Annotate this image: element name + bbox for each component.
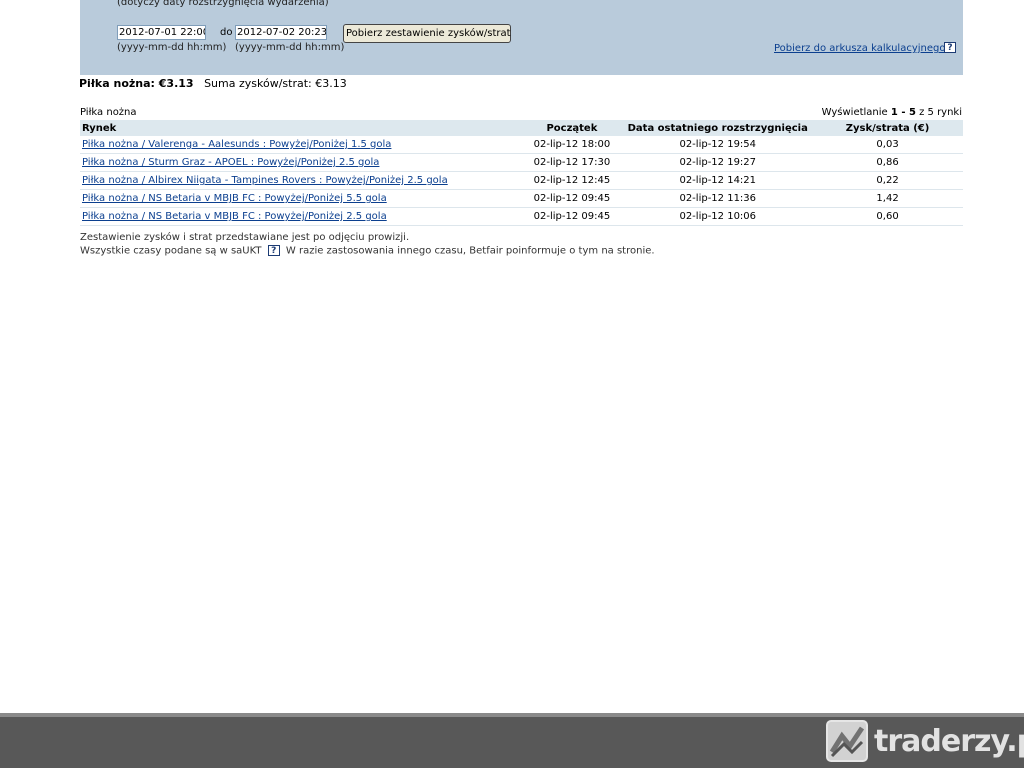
table-row: Piłka nożna / Valerenga - Aalesunds : Po…: [80, 136, 963, 154]
market-link[interactable]: Piłka nożna / NS Betaria v MBJB FC : Pow…: [82, 211, 387, 222]
date-from-format-hint: (yyyy-mm-dd hh:mm): [117, 42, 227, 53]
timezone-note: Wszystkie czasy podane są w saUKT ? W ra…: [80, 245, 655, 257]
table-row: Piłka nożna / NS Betaria v MBJB FC : Pow…: [80, 207, 963, 226]
commission-note: Zestawienie zysków i strat przedstawiane…: [80, 232, 410, 243]
profit-loss-value: 0,86: [812, 153, 963, 172]
settled-time: 02-lip-12 10:06: [623, 207, 813, 226]
profit-loss-value: 0,22: [812, 171, 963, 190]
pager-prefix: Wyświetlanie: [821, 107, 888, 118]
pager-range: 1 - 5: [890, 107, 916, 118]
date-from-input[interactable]: [117, 25, 206, 40]
settled-time: 02-lip-12 19:27: [623, 153, 813, 172]
sport-total: Piłka nożna: €3.13: [79, 77, 194, 90]
table-row: Piłka nożna / Sturm Graz - APOEL : Powyż…: [80, 153, 963, 172]
sum-label: Suma zysków/strat:: [204, 77, 312, 90]
pager-suffix: z 5 rynki: [919, 107, 962, 118]
filter-note: (dotyczy daty rozstrzygnięcia wydarzenia…: [117, 0, 329, 8]
watermark-logo-icon: [826, 720, 868, 762]
date-to-format-hint: (yyyy-mm-dd hh:mm): [235, 42, 345, 53]
start-time: 02-lip-12 18:00: [520, 136, 624, 154]
header-settled[interactable]: Data ostatniego rozstrzygnięcia: [623, 120, 813, 136]
timezone-note-prefix: Wszystkie czasy podane są w saUKT: [80, 245, 262, 257]
table-header-row: Rynek Początek Data ostatniego rozstrzyg…: [80, 120, 963, 136]
export-spreadsheet-link[interactable]: Pobierz do arkusza kalkulacyjnego: [774, 43, 945, 54]
header-profit-loss[interactable]: Zysk/strata (€): [812, 120, 963, 136]
profit-loss-value: 0,60: [812, 207, 963, 226]
start-time: 02-lip-12 17:30: [520, 153, 624, 172]
help-icon[interactable]: ?: [267, 245, 280, 256]
table-row: Piłka nożna / NS Betaria v MBJB FC : Pow…: [80, 189, 963, 208]
table-row: Piłka nożna / Albirex Niigata - Tampines…: [80, 171, 963, 190]
results-table: Rynek Początek Data ostatniego rozstrzyg…: [80, 120, 963, 226]
profit-summary: Piłka nożna: €3.13 Suma zysków/strat: €3…: [79, 77, 347, 90]
market-link[interactable]: Piłka nożna / Sturm Graz - APOEL : Powyż…: [82, 157, 379, 168]
date-to-label: do: [220, 27, 233, 38]
timezone-note-suffix: W razie zastosowania innego czasu, Betfa…: [285, 245, 655, 257]
help-icon[interactable]: ?: [944, 42, 956, 53]
header-market[interactable]: Rynek: [80, 120, 521, 136]
market-link[interactable]: Piłka nożna / Albirex Niigata - Tampines…: [82, 175, 448, 186]
settled-time: 02-lip-12 11:36: [623, 189, 813, 208]
pagination-info: Wyświetlanie 1 - 5 z 5 rynki: [822, 107, 962, 118]
start-time: 02-lip-12 09:45: [520, 207, 624, 226]
start-time: 02-lip-12 09:45: [520, 189, 624, 208]
watermark-text: traderzy.pl: [874, 723, 1024, 759]
watermark: traderzy.pl: [826, 717, 1024, 765]
sum-value: €3.13: [315, 77, 347, 90]
profit-loss-value: 1,42: [812, 189, 963, 208]
start-time: 02-lip-12 12:45: [520, 171, 624, 190]
header-start[interactable]: Początek: [520, 120, 624, 136]
market-link[interactable]: Piłka nożna / Valerenga - Aalesunds : Po…: [82, 139, 391, 150]
fetch-report-button[interactable]: Pobierz zestawienie zysków/strat: [343, 24, 511, 43]
settled-time: 02-lip-12 14:21: [623, 171, 813, 190]
settled-time: 02-lip-12 19:54: [623, 136, 813, 154]
filter-panel: (dotyczy daty rozstrzygnięcia wydarzenia…: [80, 0, 963, 75]
market-link[interactable]: Piłka nożna / NS Betaria v MBJB FC : Pow…: [82, 193, 387, 204]
date-to-input[interactable]: [235, 25, 327, 40]
profit-loss-value: 0,03: [812, 136, 963, 154]
table-section-label: Piłka nożna: [80, 107, 137, 118]
